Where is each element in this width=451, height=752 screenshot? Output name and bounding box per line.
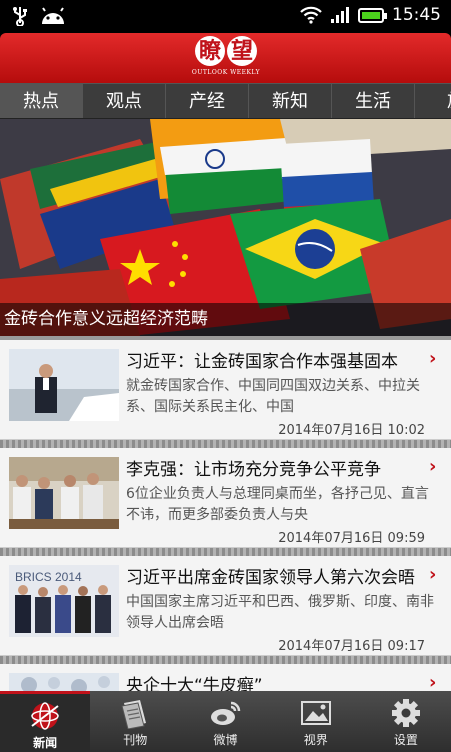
tab-opinion[interactable]: 观点 bbox=[83, 84, 166, 118]
article-date: 2014年07月16日 10:02 bbox=[278, 423, 425, 438]
status-time: 15:45 bbox=[392, 5, 441, 25]
article-title: 李克强：让市场充分竞争公平竞争 bbox=[126, 460, 381, 480]
tab-hot[interactable]: 热点 bbox=[0, 84, 83, 118]
nav-weibo[interactable]: 微博 bbox=[180, 691, 270, 752]
tab-industry[interactable]: 产经 bbox=[166, 84, 249, 118]
chevron-right-icon: › bbox=[429, 348, 437, 369]
nav-magazine[interactable]: 刊物 bbox=[90, 691, 180, 752]
article-thumbnail bbox=[9, 349, 119, 421]
gear-icon bbox=[391, 699, 420, 727]
nav-label: 微博 bbox=[213, 733, 238, 747]
article-thumbnail: BRICS 2014 bbox=[9, 565, 119, 637]
chevron-right-icon: › bbox=[429, 672, 437, 691]
article-list: 习近平：让金砖国家合作本强基固本 就金砖国家合作、中国同四国双边关系、中拉关系、… bbox=[0, 336, 451, 691]
hero-banner[interactable]: 金砖合作意义远超经济范畴 bbox=[0, 119, 451, 336]
logo-char-2: 望 bbox=[227, 36, 257, 66]
logo-char-1: 瞭 bbox=[195, 36, 225, 66]
nav-label: 新闻 bbox=[33, 736, 58, 750]
divider bbox=[0, 440, 451, 448]
logo-subtitle: OUTLOOK WEEKLY bbox=[191, 69, 261, 76]
article-summary: 中国国家主席习近平和巴西、俄罗斯、印度、南非领导人出席会晤 bbox=[126, 594, 434, 631]
article-summary: 就金砖国家合作、中国同四国双边关系、中拉关系、国际关系民主化、中国 bbox=[126, 378, 420, 415]
chevron-right-icon: › bbox=[429, 564, 437, 585]
nav-label: 刊物 bbox=[123, 733, 148, 747]
article-title: 习近平出席金砖国家领导人第六次会晤 bbox=[126, 568, 415, 588]
list-item[interactable]: 央企十大“牛皮癣” › bbox=[0, 664, 451, 691]
magazine-icon bbox=[121, 700, 147, 729]
list-item[interactable]: 习近平：让金砖国家合作本强基固本 就金砖国家合作、中国同四国双边关系、中拉关系、… bbox=[0, 340, 451, 440]
article-title: 习近平：让金砖国家合作本强基固本 bbox=[126, 352, 398, 372]
chevron-right-icon: › bbox=[429, 456, 437, 477]
tab-travel[interactable]: 旅 bbox=[415, 84, 451, 118]
tab-life[interactable]: 生活 bbox=[332, 84, 415, 118]
divider bbox=[0, 656, 451, 664]
usb-icon bbox=[13, 7, 27, 26]
picture-icon bbox=[300, 701, 331, 725]
hero-caption: 金砖合作意义远超经济范畴 bbox=[0, 303, 451, 336]
thumbnail-text: BRICS 2014 bbox=[15, 570, 82, 584]
nav-label: 视界 bbox=[303, 733, 328, 747]
list-item[interactable]: 李克强：让市场充分竞争公平竞争 6位企业负责人与总理同桌而坐，各抒己见、直言不讳… bbox=[0, 448, 451, 548]
weibo-icon bbox=[210, 701, 240, 725]
article-title: 央企十大“牛皮癣” bbox=[126, 676, 263, 691]
article-date: 2014年07月16日 09:59 bbox=[278, 531, 425, 546]
article-thumbnail bbox=[9, 673, 119, 691]
news-globe-icon bbox=[31, 702, 59, 730]
signal-icon bbox=[331, 7, 349, 23]
list-item[interactable]: BRICS 2014 习近平出席金砖国家领导人第六次会晤 中国国家主席习近平和巴… bbox=[0, 556, 451, 656]
article-summary: 6位企业负责人与总理同桌而坐，各抒己见、直言不讳，而更多部委负责人与央 bbox=[126, 486, 429, 523]
status-bar: 15:45 bbox=[0, 0, 451, 33]
category-tabs: 热点 观点 产经 新知 生活 旅 bbox=[0, 83, 451, 119]
android-icon bbox=[42, 7, 64, 24]
app-header: 瞭 望 OUTLOOK WEEKLY bbox=[0, 33, 451, 83]
tab-science[interactable]: 新知 bbox=[249, 84, 332, 118]
bottom-navigation: 新闻 刊物 微博 视界 设置 bbox=[0, 691, 451, 752]
app-logo: 瞭 望 OUTLOOK WEEKLY bbox=[189, 36, 263, 80]
nav-label: 设置 bbox=[393, 733, 418, 747]
battery-icon bbox=[358, 7, 387, 23]
divider bbox=[0, 548, 451, 556]
nav-news[interactable]: 新闻 bbox=[0, 691, 91, 752]
nav-settings[interactable]: 设置 bbox=[361, 691, 451, 752]
article-thumbnail bbox=[9, 457, 119, 529]
article-date: 2014年07月16日 09:17 bbox=[278, 639, 425, 654]
nav-vision[interactable]: 视界 bbox=[271, 691, 361, 752]
wifi-icon bbox=[300, 6, 322, 24]
